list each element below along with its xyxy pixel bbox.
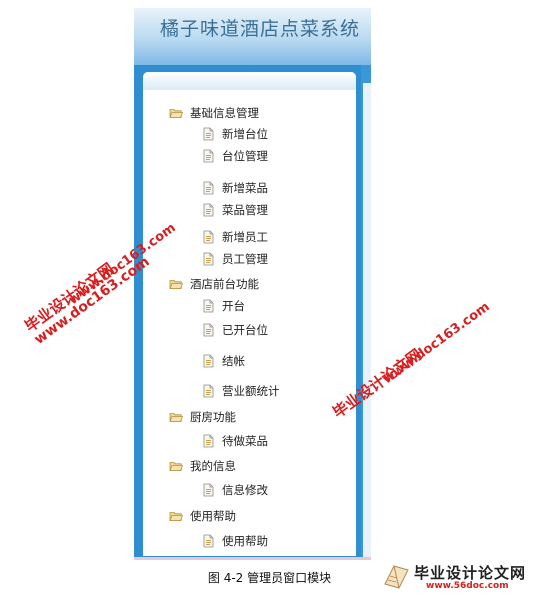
tree-node-label: 新增菜品: [222, 181, 268, 195]
tree-leaf-node[interactable]: 新增菜品: [201, 180, 268, 196]
tree-node-label: 信息修改: [222, 483, 268, 497]
tree-leaf-node[interactable]: 新增员工: [201, 229, 268, 245]
folder-open-icon: [169, 277, 184, 291]
document-icon: [201, 230, 215, 244]
tree-leaf-node[interactable]: 营业额统计: [201, 383, 280, 399]
document-icon: [201, 203, 215, 217]
tree-node-label: 开台: [222, 299, 245, 313]
logo-name: 毕业设计论文网: [414, 564, 527, 582]
tree-leaf-node[interactable]: 待做菜品: [201, 433, 268, 449]
folder-open-icon: [169, 106, 184, 120]
tree-node-label: 结帐: [222, 354, 245, 368]
tree-node-label: 待做菜品: [222, 434, 268, 448]
document-icon: [201, 252, 215, 266]
document-icon: [201, 534, 215, 548]
tree-node-label: 台位管理: [222, 149, 268, 163]
document-icon: [201, 127, 215, 141]
tree-leaf-node[interactable]: 菜品管理: [201, 202, 268, 218]
folder-open-icon: [169, 459, 184, 473]
tree-node-label: 使用帮助: [222, 534, 268, 548]
tree-leaf-node[interactable]: 台位管理: [201, 148, 268, 164]
document-icon: [201, 181, 215, 195]
tree-leaf-node[interactable]: 结帐: [201, 353, 245, 369]
document-icon: [201, 149, 215, 163]
tree-group-node[interactable]: 使用帮助: [169, 508, 236, 524]
bottom-divider: [134, 557, 371, 560]
tree-leaf-node[interactable]: 已开台位: [201, 322, 268, 338]
tree-leaf-node[interactable]: 开台: [201, 298, 245, 314]
tree-leaf-node[interactable]: 使用帮助: [201, 533, 268, 549]
tree-node-label: 新增员工: [222, 230, 268, 244]
tree-node-label: 已开台位: [222, 323, 268, 337]
document-icon: [201, 354, 215, 368]
tree-node-label: 酒店前台功能: [190, 277, 259, 291]
tree-node-label: 菜品管理: [222, 203, 268, 217]
logo-url: www.56doc.com: [426, 581, 509, 591]
tree-node-label: 使用帮助: [190, 509, 236, 523]
tree-node-label: 厨房功能: [190, 410, 236, 424]
navigation-tree-panel: 基础信息管理新增台位台位管理新增菜品菜品管理新增员工员工管理酒店前台功能开台已开…: [143, 72, 356, 556]
document-icon: [201, 384, 215, 398]
watermark-line2: www.doc163.com: [380, 299, 493, 388]
title-bar: 橘子味道酒店点菜系统: [134, 8, 371, 65]
tree-node-label: 我的信息: [190, 459, 236, 473]
tree-leaf-node[interactable]: 员工管理: [201, 251, 268, 267]
tree-node-label: 新增台位: [222, 127, 268, 141]
tree-leaf-node[interactable]: 新增台位: [201, 126, 268, 142]
tree-node-label: 基础信息管理: [190, 106, 259, 120]
folder-open-icon: [169, 410, 184, 424]
document-icon: [201, 483, 215, 497]
tree-node-label: 员工管理: [222, 252, 268, 266]
site-logo: 毕业设计论文网 www.56doc.com: [380, 560, 536, 594]
document-icon: [201, 299, 215, 313]
app-title: 橘子味道酒店点菜系统: [160, 18, 361, 40]
logo-icon: [384, 565, 409, 589]
folder-open-icon: [169, 509, 184, 523]
content-pane-edge: [361, 65, 371, 560]
tree-node-label: 营业额统计: [222, 384, 280, 398]
tree-group-node[interactable]: 基础信息管理: [169, 105, 259, 121]
tree-group-node[interactable]: 酒店前台功能: [169, 276, 259, 292]
watermark: www.doc163.com: [380, 300, 493, 388]
tree-group-node[interactable]: 我的信息: [169, 458, 236, 474]
document-icon: [201, 434, 215, 448]
tree-group-node[interactable]: 厨房功能: [169, 409, 236, 425]
document-icon: [201, 323, 215, 337]
app-window: 橘子味道酒店点菜系统 基础信息管理新增台位台位管理新增菜品菜品管理新增员工员工管…: [134, 8, 371, 560]
tree-leaf-node[interactable]: 信息修改: [201, 482, 268, 498]
panel-header: [143, 72, 356, 90]
